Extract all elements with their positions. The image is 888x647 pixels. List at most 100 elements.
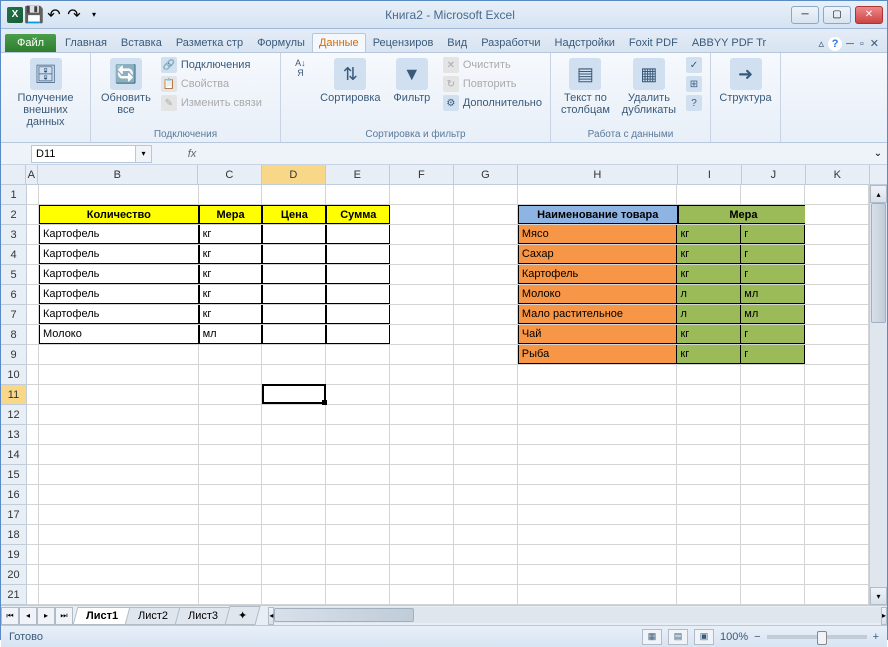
consolidate-button[interactable]: ⊞ — [684, 75, 704, 93]
cell-J5[interactable]: г — [741, 265, 805, 284]
cell-B8[interactable]: Молоко — [39, 325, 199, 344]
ribbon-tab-2[interactable]: Разметка стр — [169, 33, 250, 52]
vscroll-thumb[interactable] — [871, 203, 886, 323]
cell-A2[interactable] — [27, 205, 39, 224]
cell-D10[interactable] — [262, 365, 326, 384]
cell-K17[interactable] — [805, 505, 869, 524]
col-header-C[interactable]: C — [198, 165, 262, 184]
cell-G12[interactable] — [454, 405, 518, 424]
ribbon-tab-3[interactable]: Формулы — [250, 33, 312, 52]
row-header-16[interactable]: 16 — [1, 485, 26, 505]
cell-I21[interactable] — [677, 585, 741, 604]
cell-G17[interactable] — [454, 505, 518, 524]
help-icon[interactable]: ? — [828, 37, 842, 51]
cell-C20[interactable] — [199, 565, 263, 584]
ribbon-minimize-icon[interactable]: ▵ — [817, 35, 827, 52]
row-header-12[interactable]: 12 — [1, 405, 26, 425]
cell-F6[interactable] — [390, 285, 454, 304]
cell-I16[interactable] — [677, 485, 741, 504]
cell-E4[interactable] — [326, 245, 390, 264]
row-header-11[interactable]: 11 — [1, 385, 26, 405]
hscroll-thumb[interactable] — [274, 608, 414, 622]
cell-G9[interactable] — [454, 345, 518, 364]
cell-A21[interactable] — [27, 585, 39, 604]
ribbon-tab-5[interactable]: Рецензиров — [366, 33, 441, 52]
cell-F5[interactable] — [390, 265, 454, 284]
cell-E1[interactable] — [326, 185, 390, 204]
cell-B11[interactable] — [39, 385, 199, 404]
cell-B12[interactable] — [39, 405, 199, 424]
cell-A14[interactable] — [27, 445, 39, 464]
sort-az-button[interactable]: А↓Я — [287, 56, 314, 92]
cell-H19[interactable] — [518, 545, 678, 564]
cell-K1[interactable] — [805, 185, 869, 204]
cell-K8[interactable] — [805, 325, 869, 344]
cell-K9[interactable] — [805, 345, 869, 364]
cell-F8[interactable] — [390, 325, 454, 344]
whatif-button[interactable]: ? — [684, 94, 704, 112]
cell-B1[interactable] — [39, 185, 199, 204]
cell-A10[interactable] — [27, 365, 39, 384]
cell-I5[interactable]: кг — [677, 265, 741, 284]
cell-F18[interactable] — [390, 525, 454, 544]
cell-F13[interactable] — [390, 425, 454, 444]
cell-G21[interactable] — [454, 585, 518, 604]
cell-G2[interactable] — [454, 205, 518, 224]
cell-E5[interactable] — [326, 265, 390, 284]
cell-E20[interactable] — [326, 565, 390, 584]
vertical-scrollbar[interactable]: ▴ ▾ — [869, 185, 887, 605]
cell-K19[interactable] — [805, 545, 869, 564]
cell-K6[interactable] — [805, 285, 869, 304]
remove-duplicates-button[interactable]: ▦ Удалить дубликаты — [618, 56, 680, 118]
cell-F11[interactable] — [390, 385, 454, 404]
cell-H7[interactable]: Мало растительное — [518, 305, 678, 324]
col-header-H[interactable]: H — [518, 165, 678, 184]
cell-A12[interactable] — [27, 405, 39, 424]
cell-G15[interactable] — [454, 465, 518, 484]
sheet-nav-last[interactable]: ⏭ — [55, 607, 73, 625]
row-header-4[interactable]: 4 — [1, 245, 26, 265]
cell-K4[interactable] — [805, 245, 869, 264]
save-icon[interactable]: 💾 — [25, 6, 43, 24]
cell-D21[interactable] — [262, 585, 326, 604]
row-header-19[interactable]: 19 — [1, 545, 26, 565]
ribbon-tab-6[interactable]: Вид — [440, 33, 474, 52]
cell-C2[interactable]: Мера — [199, 205, 263, 224]
col-header-J[interactable]: J — [742, 165, 806, 184]
cell-J10[interactable] — [741, 365, 805, 384]
cell-D17[interactable] — [262, 505, 326, 524]
cell-I17[interactable] — [677, 505, 741, 524]
cell-H4[interactable]: Сахар — [518, 245, 678, 264]
row-header-18[interactable]: 18 — [1, 525, 26, 545]
cell-H18[interactable] — [518, 525, 678, 544]
page-layout-view-button[interactable]: ▤ — [668, 629, 688, 645]
cell-A1[interactable] — [27, 185, 39, 204]
mdi-close-icon[interactable]: ✕ — [868, 35, 881, 52]
maximize-button[interactable]: ▢ — [823, 6, 851, 24]
cell-B17[interactable] — [39, 505, 199, 524]
cell-E11[interactable] — [326, 385, 390, 404]
cell-G6[interactable] — [454, 285, 518, 304]
zoom-slider[interactable] — [767, 635, 867, 639]
cell-G20[interactable] — [454, 565, 518, 584]
mdi-restore-icon[interactable]: ▫ — [858, 36, 866, 52]
cell-I12[interactable] — [677, 405, 741, 424]
cell-I1[interactable] — [677, 185, 741, 204]
cell-H14[interactable] — [518, 445, 678, 464]
cell-H6[interactable]: Молоко — [518, 285, 678, 304]
cell-J6[interactable]: мл — [741, 285, 805, 304]
sheet-tab-0[interactable]: Лист1 — [73, 607, 132, 625]
sheet-nav-prev[interactable]: ◂ — [19, 607, 37, 625]
cell-I2[interactable]: Мера — [678, 205, 806, 224]
cell-F4[interactable] — [390, 245, 454, 264]
cell-J21[interactable] — [741, 585, 805, 604]
cell-A4[interactable] — [27, 245, 39, 264]
row-header-15[interactable]: 15 — [1, 465, 26, 485]
cell-G1[interactable] — [454, 185, 518, 204]
cell-I11[interactable] — [677, 385, 741, 404]
cell-G13[interactable] — [454, 425, 518, 444]
cell-C4[interactable]: кг — [199, 245, 263, 264]
cell-J19[interactable] — [741, 545, 805, 564]
cell-C9[interactable] — [199, 345, 263, 364]
select-all-corner[interactable] — [1, 165, 26, 185]
